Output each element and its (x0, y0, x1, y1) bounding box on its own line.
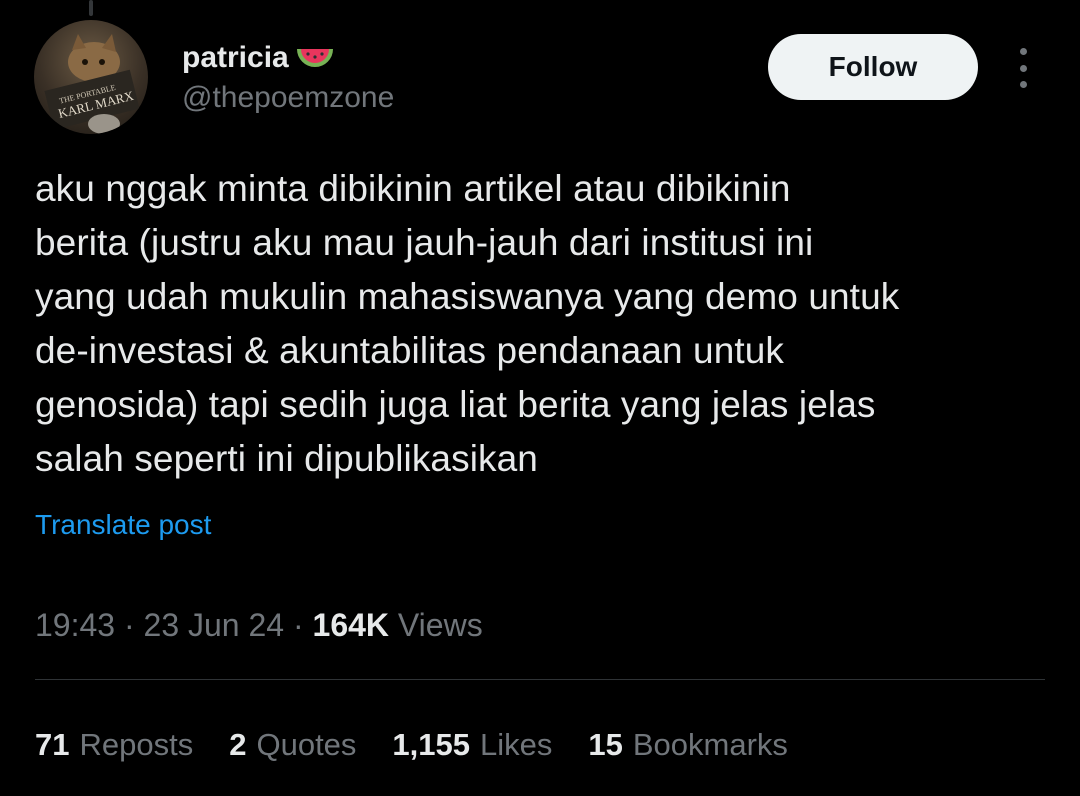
reposts-stat[interactable]: 71 Reposts (35, 720, 193, 770)
meta-separator: · (284, 607, 313, 643)
bookmarks-count: 15 (588, 727, 623, 762)
likes-label: Likes (480, 727, 553, 762)
tweet-date[interactable]: 23 Jun 24 (144, 607, 285, 643)
avatar-image: THE PORTABLE KARL MARX (44, 34, 140, 134)
quotes-stat[interactable]: 2 Quotes (229, 720, 356, 770)
author-display-name[interactable]: patricia (182, 40, 289, 76)
translate-post-link[interactable]: Translate post (35, 505, 211, 545)
tweet-metadata: 19:43 · 23 Jun 24 · 164K Views (35, 600, 483, 650)
follow-button[interactable]: Follow (768, 34, 978, 100)
views-label: Views (397, 607, 483, 643)
meta-separator: · (115, 607, 144, 643)
reposts-count: 71 (35, 727, 70, 762)
engagement-stats: 71 Reposts 2 Quotes 1,155 Likes 15 Bookmarks (35, 720, 788, 770)
reposts-label: Reposts (79, 727, 194, 762)
quotes-label: Quotes (256, 727, 357, 762)
author-handle[interactable]: @thepoemzone (182, 80, 394, 116)
bookmarks-label: Bookmarks (632, 727, 788, 762)
thread-connector-line (89, 0, 93, 16)
likes-stat[interactable]: 1,155 Likes (392, 720, 552, 770)
avatar[interactable]: THE PORTABLE KARL MARX (34, 20, 148, 134)
bookmarks-stat[interactable]: 15 Bookmarks (588, 720, 788, 770)
more-options-dot (1019, 81, 1027, 88)
watermelon-icon (296, 48, 333, 67)
more-options-dot (1019, 48, 1027, 55)
author-info: patricia @thepoemzone (182, 40, 394, 116)
views-count[interactable]: 164K (313, 607, 390, 643)
more-options-dot (1019, 64, 1027, 72)
tweet-time[interactable]: 19:43 (35, 607, 115, 643)
more-options-icon[interactable] (1008, 48, 1038, 88)
likes-count: 1,155 (392, 727, 470, 762)
tweet-text: aku nggak minta dibikinin artikel atau d… (35, 168, 900, 479)
author-name-row[interactable]: patricia (182, 40, 394, 76)
quotes-count: 2 (229, 727, 247, 762)
divider (35, 679, 1045, 680)
